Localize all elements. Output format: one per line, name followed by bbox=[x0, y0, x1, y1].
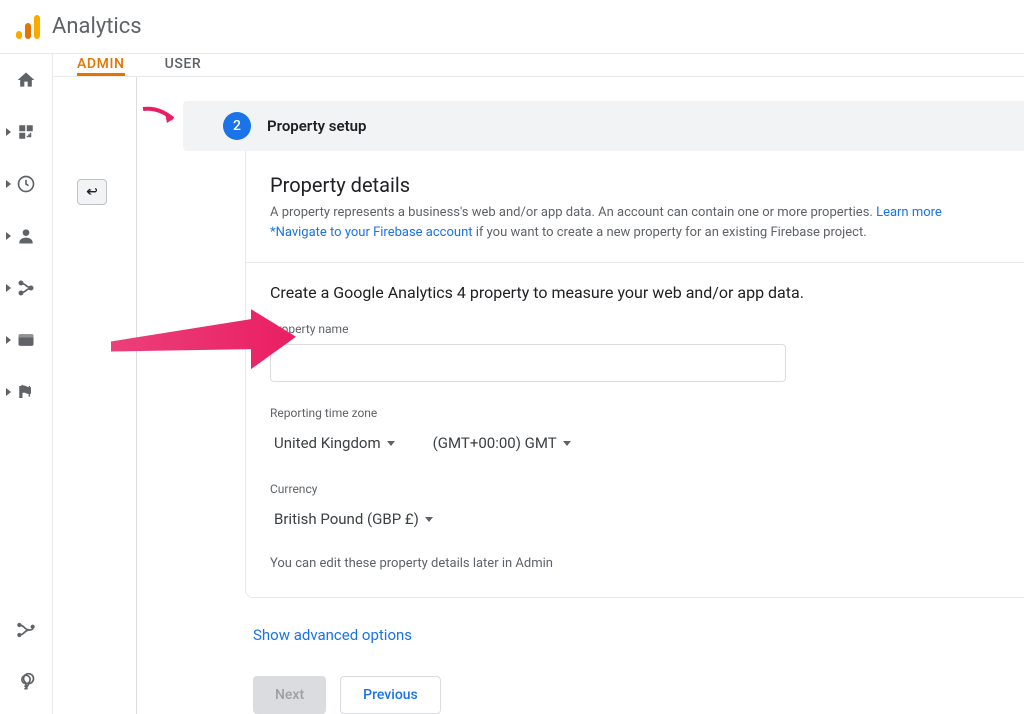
wizard-buttons: Next Previous bbox=[253, 676, 1024, 714]
desc-text-2: if you want to create a new property for… bbox=[473, 225, 867, 240]
form-subhead: Create a Google Analytics 4 property to … bbox=[270, 283, 1000, 302]
nav-customization[interactable] bbox=[8, 120, 44, 144]
back-button[interactable]: ↩ bbox=[77, 179, 107, 205]
logo-block: Analytics bbox=[16, 14, 142, 39]
timezone-country-value: United Kingdom bbox=[274, 434, 381, 452]
nav-acquisition[interactable] bbox=[8, 276, 44, 300]
product-title: Analytics bbox=[52, 14, 142, 39]
tab-user[interactable]: USER bbox=[165, 54, 202, 76]
step-header: 2 Property setup bbox=[183, 101, 1024, 151]
property-details-card: Property details A property represents a… bbox=[245, 151, 1024, 598]
timezone-offset-select[interactable]: (GMT+00:00) GMT bbox=[429, 428, 575, 458]
timezone-label: Reporting time zone bbox=[270, 406, 1000, 420]
firebase-link[interactable]: *Navigate to your Firebase account bbox=[270, 225, 473, 240]
annotation-arrow-large bbox=[101, 307, 301, 387]
show-advanced-link[interactable]: Show advanced options bbox=[253, 626, 1024, 644]
analytics-logo-icon bbox=[16, 15, 40, 39]
nav-audience[interactable] bbox=[8, 224, 44, 248]
admin-tabs: ADMIN USER bbox=[53, 54, 1024, 77]
edit-later-note: You can edit these property details late… bbox=[270, 556, 1000, 571]
card-description: A property represents a business's web a… bbox=[270, 203, 1000, 242]
step-number-badge: 2 bbox=[223, 112, 251, 140]
property-name-input[interactable] bbox=[270, 344, 786, 382]
step-title: Property setup bbox=[267, 117, 366, 135]
nav-attribution[interactable] bbox=[8, 618, 44, 642]
nav-behavior[interactable] bbox=[8, 328, 44, 352]
card-heading: Property details bbox=[270, 173, 1000, 197]
timezone-offset-value: (GMT+00:00) GMT bbox=[433, 434, 557, 452]
caret-icon bbox=[425, 517, 433, 522]
currency-select[interactable]: British Pound (GBP £) bbox=[270, 504, 437, 534]
nav-conversions[interactable]: ⚑ bbox=[8, 380, 44, 404]
nav-discover[interactable] bbox=[8, 670, 44, 694]
property-name-label: Property name bbox=[270, 322, 1000, 336]
app-header: Analytics bbox=[0, 0, 1024, 54]
currency-value: British Pound (GBP £) bbox=[274, 510, 419, 528]
next-button[interactable]: Next bbox=[253, 676, 326, 714]
desc-text-1: A property represents a business's web a… bbox=[270, 205, 876, 220]
nav-realtime[interactable] bbox=[8, 172, 44, 196]
annotation-arrow-small bbox=[141, 105, 181, 129]
timezone-country-select[interactable]: United Kingdom bbox=[270, 428, 399, 458]
currency-label: Currency bbox=[270, 482, 1000, 496]
nav-home[interactable] bbox=[8, 68, 44, 92]
left-sidebar: ⚑ bbox=[0, 54, 52, 714]
learn-more-link[interactable]: Learn more bbox=[876, 205, 942, 220]
previous-button[interactable]: Previous bbox=[340, 676, 441, 714]
caret-icon bbox=[387, 441, 395, 446]
divider bbox=[246, 262, 1024, 263]
tab-admin[interactable]: ADMIN bbox=[77, 54, 125, 76]
stepper-line bbox=[136, 77, 137, 714]
caret-icon bbox=[563, 441, 571, 446]
